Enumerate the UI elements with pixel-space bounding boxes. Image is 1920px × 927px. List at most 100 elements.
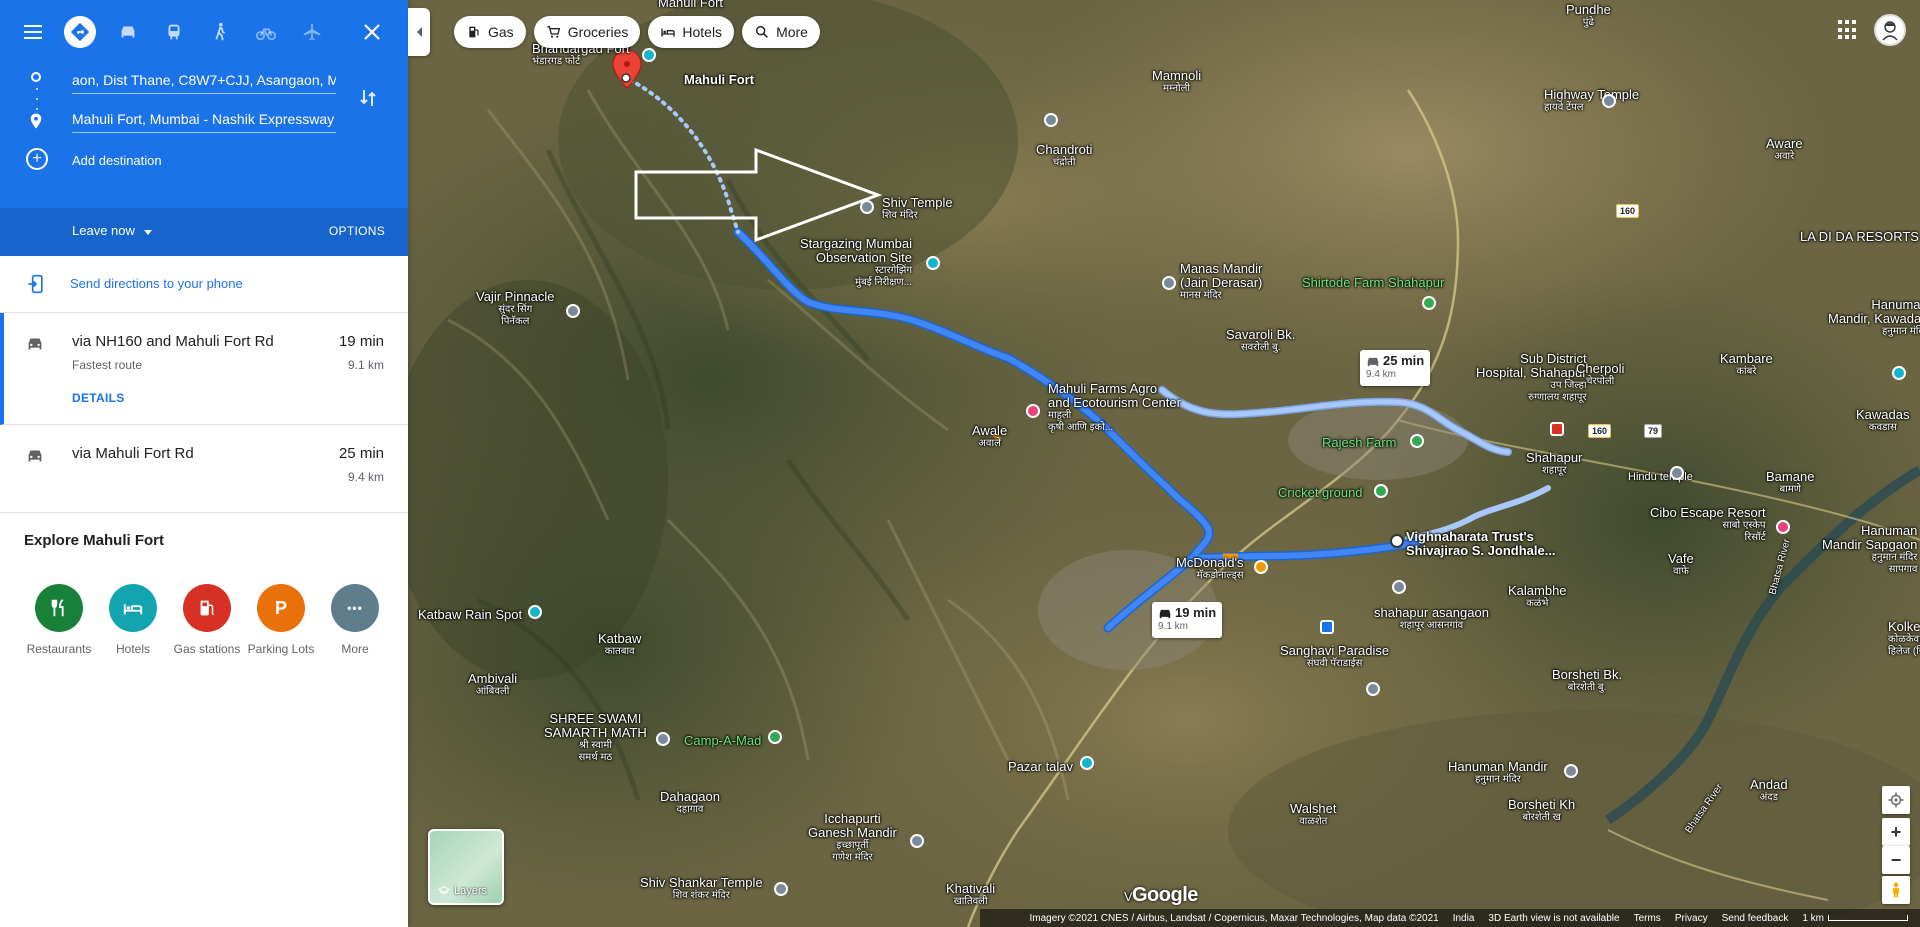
school-icon[interactable]: [1390, 534, 1404, 548]
chip-gas[interactable]: Gas: [454, 16, 526, 48]
driving-mode-icon[interactable]: [108, 16, 148, 48]
park-icon[interactable]: [1410, 434, 1424, 448]
temple-icon[interactable]: [1602, 94, 1616, 108]
route-time-label[interactable]: 25 min 9.4 km: [1360, 350, 1431, 386]
add-destination-button[interactable]: Add destination: [72, 153, 162, 168]
map-label[interactable]: McDonald's मॅकडोनाल्ड्स: [1176, 556, 1244, 582]
chip-groceries[interactable]: Groceries: [533, 16, 641, 48]
map-label[interactable]: Cricket ground: [1278, 486, 1363, 500]
region-link[interactable]: India: [1453, 913, 1475, 924]
map-label[interactable]: Cibo Escape Resort साबो एस्केप रिसॉर्ट: [1650, 506, 1766, 544]
attraction-icon[interactable]: [1776, 520, 1790, 534]
map-label[interactable]: Savaroli Bk. सवरोली बु.: [1226, 328, 1295, 354]
menu-icon[interactable]: [18, 16, 54, 48]
map-label[interactable]: Vajir Pinnacle सुंदर सिंग पिनॅकल: [476, 290, 555, 328]
transit-mode-icon[interactable]: [154, 16, 194, 48]
map-label[interactable]: Sub District Hospital, Shahapur उप जिल्हा र…: [1476, 352, 1587, 404]
park-icon[interactable]: [1422, 296, 1436, 310]
map-label[interactable]: Pundhe पुंढे: [1566, 3, 1611, 29]
temple-icon[interactable]: [774, 882, 788, 896]
route-option-fastest[interactable]: via NH160 and Mahuli Fort Rd Fastest rou…: [0, 313, 408, 425]
parking-icon[interactable]: P: [257, 584, 305, 632]
gas-icon[interactable]: [183, 584, 231, 632]
temple-icon[interactable]: [1564, 764, 1578, 778]
zoom-out-button[interactable]: −: [1882, 846, 1910, 874]
flights-mode-icon[interactable]: [292, 16, 332, 48]
temple-icon[interactable]: [860, 200, 874, 214]
temple-icon[interactable]: [1044, 113, 1058, 127]
map-label[interactable]: SHREE SWAMI SAMARTH MATH श्री स्वामी समर्थ …: [544, 712, 647, 764]
chip-more[interactable]: More: [742, 16, 820, 48]
map-label[interactable]: Camp-A-Mad: [684, 734, 761, 748]
attraction-icon[interactable]: [1026, 404, 1040, 418]
map-label[interactable]: shahapur asangaon शहापूर आसनगांव: [1374, 606, 1489, 632]
temple-icon[interactable]: [1162, 276, 1176, 290]
map-label[interactable]: Pazar talav: [1008, 760, 1073, 774]
more-icon[interactable]: •••: [331, 584, 379, 632]
map-label[interactable]: Vighnaharata Trust's Shivajirao S. Jondha…: [1406, 530, 1556, 558]
map-label[interactable]: Borsheti Bk. बोरशेती बु.: [1552, 668, 1622, 694]
map-label[interactable]: Icchapurti Ganesh Mandir इच्छापूर्ती गणेश म…: [808, 812, 897, 864]
map-label[interactable]: Shiv Shankar Temple शिव शंकर मंदिर: [640, 876, 763, 902]
map-label[interactable]: Mahuli Farms Agro and Ecotourism Center मा…: [1048, 382, 1181, 434]
collapse-panel-button[interactable]: [408, 8, 430, 56]
best-route-mode-icon[interactable]: [64, 16, 96, 48]
map-label[interactable]: Mamnoli मम्नोली: [1152, 69, 1201, 95]
pegman-icon[interactable]: [1882, 876, 1910, 904]
map-label[interactable]: Khativali खातिवली: [946, 882, 995, 908]
destination-input[interactable]: Mahuli Fort, Mumbai - Nashik Expressway: [72, 107, 336, 133]
map-label[interactable]: Manas Mandir (Jain Derasar) मानस मंदिर: [1180, 262, 1262, 302]
terms-link[interactable]: Terms: [1634, 913, 1661, 924]
temple-icon[interactable]: [1670, 466, 1684, 480]
campground-icon[interactable]: [768, 730, 782, 744]
map-label[interactable]: Hanuman Mandir Sapgaon हनुमान मंदिर सापगाव: [1822, 524, 1917, 576]
bus-stop-icon[interactable]: [1320, 620, 1334, 634]
map-label[interactable]: Shahapur शहापूर: [1526, 451, 1582, 477]
map-label[interactable]: Highway Temple हायवे टेंपल: [1544, 88, 1639, 114]
avatar[interactable]: [1874, 14, 1906, 46]
restaurant-icon[interactable]: [1254, 560, 1268, 574]
feedback-link[interactable]: Send feedback: [1722, 913, 1789, 924]
send-to-phone-row[interactable]: Send directions to your phone: [0, 256, 408, 313]
map-label[interactable]: Chandroti चंद्रोती: [1036, 143, 1092, 169]
map-label[interactable]: Kalambhe कळंभे: [1508, 584, 1567, 610]
explore-more[interactable]: ••• More: [318, 584, 392, 656]
map-label[interactable]: Katbaw कातबाव: [598, 632, 641, 658]
temple-icon[interactable]: [656, 732, 670, 746]
restaurant-icon[interactable]: [35, 584, 83, 632]
scale-bar[interactable]: 1 km: [1802, 913, 1908, 924]
walking-mode-icon[interactable]: [200, 16, 240, 48]
map-label[interactable]: Stargazing Mumbai Observation Site स्टारगे…: [800, 237, 912, 289]
landmark-icon[interactable]: [1392, 580, 1406, 594]
temple-icon[interactable]: [910, 834, 924, 848]
route-time-label[interactable]: 19 min 9.1 km: [1152, 602, 1223, 638]
map-label[interactable]: Borsheti Kh बोरशेती ख: [1508, 798, 1575, 824]
map-label[interactable]: Cherpoli चेरपोली: [1576, 362, 1624, 388]
hotel-icon[interactable]: [109, 584, 157, 632]
map-label[interactable]: Sanghavi Paradise संघवी पॅराडाईस: [1280, 644, 1389, 670]
explore-restaurants[interactable]: Restaurants: [22, 584, 96, 656]
layers-button[interactable]: Layers: [428, 829, 504, 905]
map-label[interactable]: Kolkewaकोळकेवाहिलेज (जि: [1888, 620, 1920, 658]
route-option-alternate[interactable]: via Mahuli Fort Rd 25 min 9.4 km: [0, 425, 408, 513]
map-label[interactable]: Shirtode Farm Shahapur: [1302, 276, 1444, 290]
chip-hotels[interactable]: Hotels: [648, 16, 735, 48]
map-label[interactable]: Kambare कांबरे: [1720, 352, 1773, 378]
map-label[interactable]: Hanuman Mandir हनुमान मंदिर: [1448, 760, 1548, 786]
map-label[interactable]: Ambivali आंबिवली: [468, 672, 517, 698]
hospital-icon[interactable]: [1550, 422, 1564, 436]
map-label[interactable]: Rajesh Farm: [1322, 436, 1396, 450]
map-label[interactable]: Vafe वाफे: [1668, 552, 1694, 578]
zoom-in-button[interactable]: +: [1882, 818, 1910, 846]
explore-hotels[interactable]: Hotels: [96, 584, 170, 656]
map-label[interactable]: Mahuli Fort: [658, 0, 723, 10]
send-to-phone-link[interactable]: Send directions to your phone: [70, 276, 243, 291]
map-label[interactable]: LA DI DA RESORTS: [1800, 230, 1919, 244]
explore-gas-stations[interactable]: Gas stations: [170, 584, 244, 656]
map-label[interactable]: Andad अंदड: [1750, 778, 1788, 804]
map-label[interactable]: Shiv Temple शिव मंदिर: [882, 196, 953, 222]
close-directions-icon[interactable]: [360, 20, 384, 44]
caret-down-icon[interactable]: [144, 230, 152, 235]
google-apps-icon[interactable]: [1838, 20, 1858, 40]
route-details-link[interactable]: DETAILS: [72, 391, 125, 405]
